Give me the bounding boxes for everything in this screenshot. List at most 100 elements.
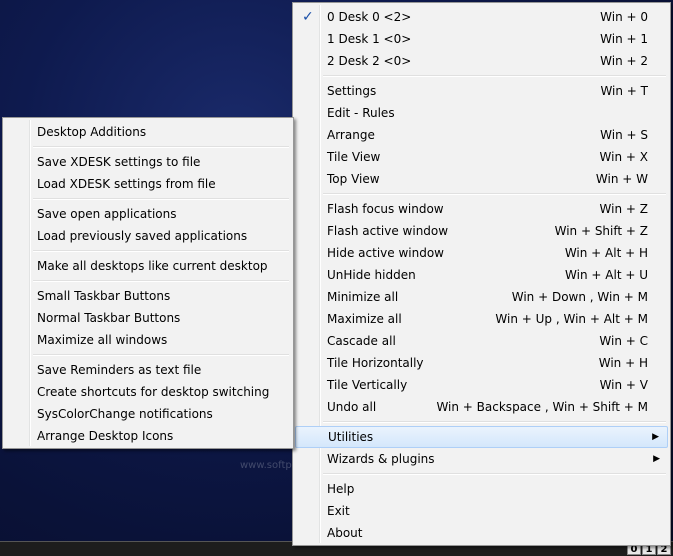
menu-item-shortcut: Win + 0 xyxy=(600,10,648,24)
menu-item-label: Minimize all xyxy=(327,290,399,304)
utilities-submenu: Desktop Additions Save XDESK settings to … xyxy=(2,117,294,449)
checkmark-icon: ✓ xyxy=(302,9,314,25)
menu-item-top-view[interactable]: Top View Win + W xyxy=(295,168,668,190)
menu-item-shortcut: Win + X xyxy=(599,150,648,164)
menu-item-2-desk-2-0[interactable]: 2 Desk 2 <0> Win + 2 xyxy=(295,50,668,72)
menu-item-label: Load previously saved applications xyxy=(37,229,248,243)
menu-separator xyxy=(5,277,291,285)
menu-item-tile-vertically[interactable]: Tile Vertically Win + V xyxy=(295,374,668,396)
menu-item-shortcut: Win + 2 xyxy=(600,54,648,68)
menu-separator xyxy=(295,470,668,478)
menu-item-about[interactable]: About xyxy=(295,522,668,544)
menu-item-shortcut: Win + W xyxy=(595,172,648,186)
menu-item-label: About xyxy=(327,526,363,540)
menu-item-unhide-hidden[interactable]: UnHide hidden Win + Alt + U xyxy=(295,264,668,286)
menu-item-load-previously-saved-applications[interactable]: Load previously saved applications xyxy=(5,225,291,247)
menu-item-label: Tile View xyxy=(327,150,381,164)
menu-item-shortcut: Win + Alt + U xyxy=(565,268,648,282)
menu-item-label: Wizards & plugins xyxy=(327,452,435,466)
menu-item-label: Arrange xyxy=(327,128,375,142)
menu-item-shortcut: Win + T xyxy=(600,84,648,98)
menu-item-make-all-desktops-like-current-desktop[interactable]: Make all desktops like current desktop xyxy=(5,255,291,277)
menu-item-flash-active-window[interactable]: Flash active window Win + Shift + Z xyxy=(295,220,668,242)
menu-item-help[interactable]: Help xyxy=(295,478,668,500)
main-context-menu: ✓ 0 Desk 0 <2> Win + 0 1 Desk 1 <0> Win + 1 2… xyxy=(292,2,671,546)
menu-item-label: Edit - Rules xyxy=(327,106,395,120)
menu-item-syscolorchange-notifications[interactable]: SysColorChange notifications xyxy=(5,403,291,425)
menu-item-label: Save open applications xyxy=(37,207,177,221)
menu-item-label: Tile Horizontally xyxy=(327,356,424,370)
menu-item-minimize-all[interactable]: Minimize all Win + Down , Win + M xyxy=(295,286,668,308)
menu-item-label: Flash active window xyxy=(327,224,449,238)
menu-item-label: Help xyxy=(327,482,355,496)
menu-separator xyxy=(5,143,291,151)
menu-item-wizards-plugins[interactable]: Wizards & plugins ▶ xyxy=(295,448,668,470)
menu-item-shortcut: Win + Down , Win + M xyxy=(511,290,648,304)
menu-item-label: Small Taskbar Buttons xyxy=(37,289,171,303)
menu-separator xyxy=(295,190,668,198)
menu-item-label: Maximize all windows xyxy=(37,333,168,347)
menu-item-utilities[interactable]: Utilities ▶ xyxy=(295,426,668,448)
menu-item-shortcut: Win + V xyxy=(599,378,648,392)
menu-item-1-desk-1-0[interactable]: 1 Desk 1 <0> Win + 1 xyxy=(295,28,668,50)
menu-item-label: Desktop Additions xyxy=(37,125,147,139)
menu-item-label: Utilities xyxy=(328,430,374,444)
menu-item-label: Cascade all xyxy=(327,334,396,348)
menu-item-shortcut: Win + Shift + Z xyxy=(554,224,648,238)
menu-item-arrange-desktop-icons[interactable]: Arrange Desktop Icons xyxy=(5,425,291,447)
menu-item-label: Hide active window xyxy=(327,246,444,260)
menu-item-settings[interactable]: Settings Win + T xyxy=(295,80,668,102)
menu-item-save-open-applications[interactable]: Save open applications xyxy=(5,203,291,225)
menu-item-shortcut: Win + H xyxy=(598,356,648,370)
menu-item-tile-view[interactable]: Tile View Win + X xyxy=(295,146,668,168)
submenu-arrow-icon: ▶ xyxy=(653,454,660,464)
menu-separator xyxy=(5,247,291,255)
menu-item-maximize-all-windows[interactable]: Maximize all windows xyxy=(5,329,291,351)
menu-item-shortcut: Win + Z xyxy=(599,202,648,216)
menu-item-create-shortcuts-for-desktop-switching[interactable]: Create shortcuts for desktop switching xyxy=(5,381,291,403)
menu-item-label: Exit xyxy=(327,504,350,518)
menu-item-label: 0 Desk 0 <2> xyxy=(327,10,412,24)
menu-item-shortcut: Win + Up , Win + Alt + M xyxy=(495,312,648,326)
menu-item-save-reminders-as-text-file[interactable]: Save Reminders as text file xyxy=(5,359,291,381)
menu-item-normal-taskbar-buttons[interactable]: Normal Taskbar Buttons xyxy=(5,307,291,329)
menu-item-label: Maximize all xyxy=(327,312,402,326)
menu-item-label: Create shortcuts for desktop switching xyxy=(37,385,270,399)
menu-item-label: Make all desktops like current desktop xyxy=(37,259,268,273)
menu-item-label: Tile Vertically xyxy=(327,378,408,392)
menu-item-label: Save XDESK settings to file xyxy=(37,155,201,169)
menu-item-shortcut: Win + S xyxy=(600,128,648,142)
menu-item-exit[interactable]: Exit xyxy=(295,500,668,522)
menu-item-edit-rules[interactable]: Edit - Rules xyxy=(295,102,668,124)
menu-item-label: Flash focus window xyxy=(327,202,444,216)
menu-item-small-taskbar-buttons[interactable]: Small Taskbar Buttons xyxy=(5,285,291,307)
menu-item-hide-active-window[interactable]: Hide active window Win + Alt + H xyxy=(295,242,668,264)
menu-item-label: SysColorChange notifications xyxy=(37,407,213,421)
menu-item-shortcut: Win + Alt + H xyxy=(564,246,648,260)
menu-item-tile-horizontally[interactable]: Tile Horizontally Win + H xyxy=(295,352,668,374)
menu-item-label: Arrange Desktop Icons xyxy=(37,429,174,443)
menu-item-maximize-all[interactable]: Maximize all Win + Up , Win + Alt + M xyxy=(295,308,668,330)
menu-item-save-xdesk-settings-to-file[interactable]: Save XDESK settings to file xyxy=(5,151,291,173)
menu-item-arrange[interactable]: Arrange Win + S xyxy=(295,124,668,146)
menu-separator xyxy=(295,418,668,426)
menu-item-cascade-all[interactable]: Cascade all Win + C xyxy=(295,330,668,352)
menu-item-shortcut: Win + Backspace , Win + Shift + M xyxy=(436,400,648,414)
menu-item-label: Top View xyxy=(327,172,380,186)
menu-item-label: Normal Taskbar Buttons xyxy=(37,311,181,325)
menu-item-0-desk-0-2[interactable]: ✓ 0 Desk 0 <2> Win + 0 xyxy=(295,6,668,28)
menu-item-shortcut: Win + 1 xyxy=(600,32,648,46)
menu-item-undo-all[interactable]: Undo all Win + Backspace , Win + Shift + … xyxy=(295,396,668,418)
menu-item-label: 2 Desk 2 <0> xyxy=(327,54,412,68)
menu-separator xyxy=(295,72,668,80)
menu-item-label: Undo all xyxy=(327,400,377,414)
submenu-arrow-icon: ▶ xyxy=(652,432,659,442)
menu-item-desktop-additions[interactable]: Desktop Additions xyxy=(5,121,291,143)
menu-item-shortcut: Win + C xyxy=(599,334,648,348)
menu-item-label: Save Reminders as text file xyxy=(37,363,202,377)
menu-item-load-xdesk-settings-from-file[interactable]: Load XDESK settings from file xyxy=(5,173,291,195)
menu-item-flash-focus-window[interactable]: Flash focus window Win + Z xyxy=(295,198,668,220)
menu-item-label: 1 Desk 1 <0> xyxy=(327,32,412,46)
menu-item-label: Settings xyxy=(327,84,377,98)
menu-item-label: Load XDESK settings from file xyxy=(37,177,216,191)
